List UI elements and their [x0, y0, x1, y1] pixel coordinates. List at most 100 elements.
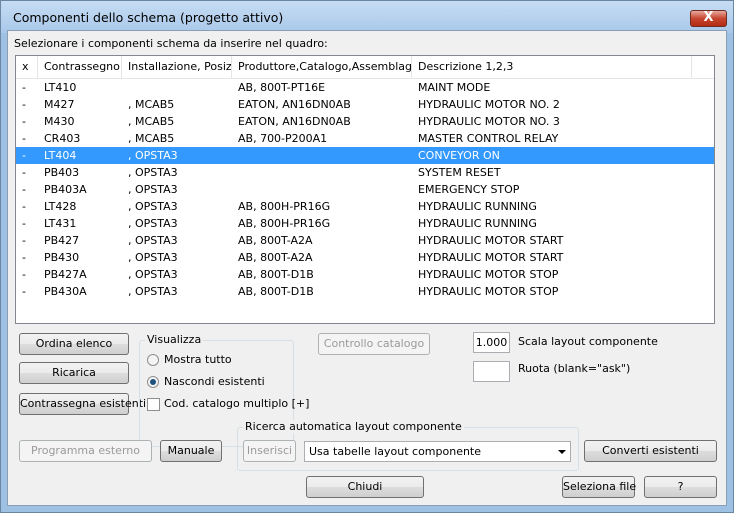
cell-catalog [232, 164, 412, 181]
multi-catalog-label: Cod. catalogo multiplo [+] [164, 397, 310, 410]
layout-search-selected: Usa tabelle layout componente [309, 445, 482, 458]
table-row[interactable]: - PB430 , OPSTA3 AB, 800T-A2A HYDRAULIC MOTO… [16, 249, 714, 266]
cell-installation: , OPSTA3 [128, 166, 178, 179]
cell-description: HYDRAULIC RUNNING [418, 200, 537, 213]
close-icon: X [703, 10, 714, 25]
table-row[interactable]: - M430 , MCAB5 EATON, AN16DN0AB HYDRAULIC MO… [16, 113, 714, 130]
cell-tag: LT431 [44, 217, 77, 230]
cell-tag: LT428 [44, 200, 77, 213]
instruction-label: Selezionare i componenti schema da inser… [14, 37, 328, 50]
hide-existing-label: Nascondi esistenti [164, 375, 265, 388]
table-row[interactable]: - PB427 , OPSTA3 AB, 800T-A2A HYDRAULIC MOTO… [16, 232, 714, 249]
column-header-catalog[interactable]: Produttore,Catalogo,Assemblaggio [232, 56, 412, 78]
cell-catalog [232, 147, 412, 164]
radio-selected-dot [150, 379, 156, 385]
table-row[interactable]: - CR403 , MCAB5 AB, 700-P200A1 MASTER CONTRO… [16, 130, 714, 147]
hide-existing-radio[interactable] [147, 376, 159, 388]
reload-button[interactable]: Ricarica [19, 362, 129, 384]
table-row[interactable]: - LT410 AB, 800T-PT16E MAINT MODE [16, 79, 714, 96]
cell-installation [122, 79, 232, 96]
cell-x: - [22, 81, 26, 94]
cell-installation: , MCAB5 [128, 132, 175, 145]
cell-x: - [22, 132, 26, 145]
scale-input[interactable]: 1.000 [473, 332, 510, 353]
column-header-filler [692, 56, 714, 78]
cell-installation: , MCAB5 [128, 98, 175, 111]
cell-installation: , MCAB5 [128, 115, 175, 128]
cell-tag: PB430A [44, 285, 87, 298]
cell-catalog: AB, 800T-A2A [238, 251, 313, 264]
cell-catalog: EATON, AN16DN0AB [238, 115, 351, 128]
select-file-button[interactable]: Seleziona file [562, 476, 636, 498]
cell-description: HYDRAULIC MOTOR NO. 2 [418, 98, 560, 111]
cell-tag: LT410 [44, 81, 77, 94]
cell-tag: PB427 [44, 234, 80, 247]
cell-x: - [22, 149, 26, 162]
cell-catalog: AB, 800H-PR16G [238, 200, 331, 213]
table-row[interactable]: - LT431 , OPSTA3 AB, 800H-PR16G HYDRAULIC RU… [16, 215, 714, 232]
close-window-button[interactable]: X [690, 10, 727, 27]
cell-tag: LT404 [44, 149, 77, 162]
table-row[interactable]: - PB430A , OPSTA3 AB, 800T-D1B HYDRAULIC MOT… [16, 283, 714, 300]
auto-search-title: Ricerca automatica layout componente [243, 420, 464, 433]
table-row[interactable]: - PB427A , OPSTA3 AB, 800T-D1B HYDRAULIC MOT… [16, 266, 714, 283]
column-header-installation[interactable]: Installazione, Posiz... [122, 56, 232, 78]
help-button[interactable]: ? [644, 476, 717, 498]
cell-x: - [22, 251, 26, 264]
column-header-tag[interactable]: Contrassegno [38, 56, 122, 78]
component-list[interactable]: x Contrassegno Installazione, Posiz... P… [15, 55, 715, 324]
catalog-check-button[interactable]: Controllo catalogo [318, 333, 430, 355]
cell-x: - [22, 285, 26, 298]
chevron-down-icon [558, 450, 566, 454]
list-header: x Contrassegno Installazione, Posiz... P… [16, 56, 714, 79]
dialog-title: Componenti dello schema (progetto attivo… [13, 10, 284, 25]
cell-description: HYDRAULIC MOTOR NO. 3 [418, 115, 560, 128]
cell-description: MAINT MODE [418, 81, 491, 94]
cell-description: HYDRAULIC MOTOR STOP [418, 268, 559, 281]
cell-tag: M427 [44, 98, 75, 111]
column-header-description[interactable]: Descrizione 1,2,3 [412, 56, 692, 78]
cell-catalog: AB, 800H-PR16G [238, 217, 331, 230]
cell-installation: , OPSTA3 [128, 149, 178, 162]
cell-tag: PB430 [44, 251, 80, 264]
mark-existing-button[interactable]: Contrassegna esistenti [19, 393, 146, 415]
table-row[interactable]: - M427 , MCAB5 EATON, AN16DN0AB HYDRAULIC MO… [16, 96, 714, 113]
cell-x: - [22, 217, 26, 230]
table-row[interactable]: - PB403A , OPSTA3 EMERGENCY STOP [16, 181, 714, 198]
column-header-x[interactable]: x [16, 56, 38, 78]
cell-description: HYDRAULIC MOTOR START [418, 234, 564, 247]
cell-tag: M430 [44, 115, 75, 128]
table-row[interactable]: - PB403 , OPSTA3 SYSTEM RESET [16, 164, 714, 181]
sort-list-button[interactable]: Ordina elenco [19, 333, 129, 355]
rotate-input[interactable] [473, 361, 510, 382]
cell-x: - [22, 98, 26, 111]
cell-tag: CR403 [44, 132, 81, 145]
manual-button[interactable]: Manuale [160, 440, 222, 462]
cell-x: - [22, 234, 26, 247]
table-row[interactable]: - LT404 , OPSTA3 CONVEYOR ON [16, 147, 714, 164]
cell-x: - [22, 166, 26, 179]
dialog-window: Componenti dello schema (progetto attivo… [0, 0, 734, 513]
cell-tag: PB403 [44, 166, 80, 179]
multi-catalog-checkbox[interactable] [147, 398, 160, 411]
cell-description: HYDRAULIC RUNNING [418, 217, 537, 230]
cell-x: - [22, 183, 26, 196]
convert-existing-button[interactable]: Converti esistenti [584, 440, 717, 462]
insert-button[interactable]: Inserisci [243, 440, 296, 462]
cell-description: CONVEYOR ON [418, 149, 500, 162]
cell-catalog: AB, 800T-PT16E [238, 81, 326, 94]
title-bar[interactable]: Componenti dello schema (progetto attivo… [1, 1, 733, 33]
external-program-button[interactable]: Programma esterno [19, 440, 152, 462]
cell-description: HYDRAULIC MOTOR START [418, 251, 564, 264]
layout-search-dropdown[interactable]: Usa tabelle layout componente [304, 441, 571, 462]
close-button[interactable]: Chiudi [306, 476, 424, 498]
show-all-label: Mostra tutto [164, 353, 232, 366]
cell-tag: PB403A [44, 183, 87, 196]
cell-installation: , OPSTA3 [128, 217, 178, 230]
table-row[interactable]: - LT428 , OPSTA3 AB, 800H-PR16G HYDRAULIC RU… [16, 198, 714, 215]
cell-installation: , OPSTA3 [128, 200, 178, 213]
cell-x: - [22, 115, 26, 128]
cell-description: EMERGENCY STOP [418, 183, 520, 196]
show-all-radio[interactable] [147, 354, 159, 366]
scale-label: Scala layout componente [518, 335, 658, 348]
